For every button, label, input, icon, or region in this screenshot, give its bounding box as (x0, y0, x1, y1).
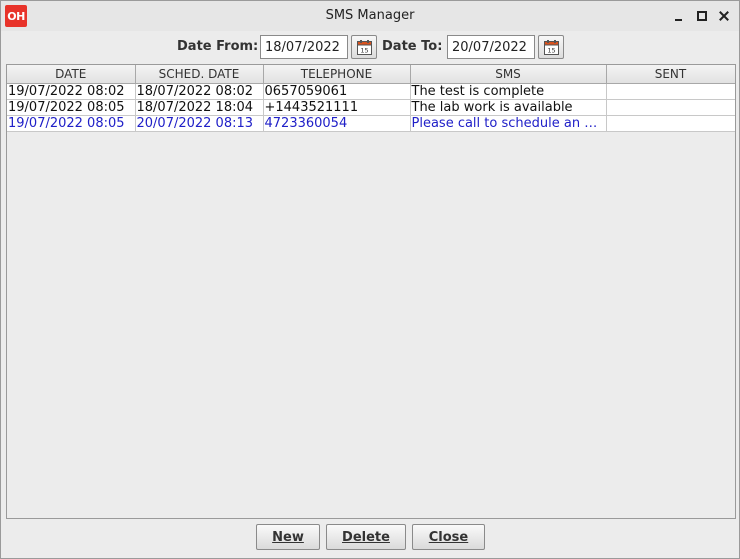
minimize-icon[interactable] (671, 8, 687, 24)
cell-sent (606, 99, 735, 116)
title-bar[interactable]: OH SMS Manager (1, 1, 739, 31)
close-button[interactable]: Close (412, 524, 485, 550)
cell-date: 19/07/2022 08:05 (7, 99, 136, 116)
cell-date: 19/07/2022 08:02 (7, 83, 136, 100)
maximize-icon[interactable] (694, 8, 710, 24)
svg-text:15: 15 (360, 47, 368, 55)
date-from-label: Date From: (177, 39, 259, 54)
cell-telephone: +1443521111 (263, 99, 411, 116)
table-row[interactable]: 19/07/2022 08:05 18/07/2022 18:04 +14435… (7, 99, 735, 116)
date-to-label: Date To: (382, 39, 443, 54)
window-title: SMS Manager (325, 8, 415, 23)
cell-sent (606, 83, 735, 100)
table-row-selected[interactable]: 19/07/2022 08:05 20/07/2022 08:13 472336… (7, 115, 735, 132)
table-header-row: DATE SCHED. DATE TELEPHONE SMS SENT (7, 65, 735, 84)
cell-sent (606, 115, 735, 132)
cell-telephone: 4723360054 (263, 115, 411, 132)
close-window-icon[interactable] (717, 8, 733, 24)
cell-sms: The test is complete (410, 83, 607, 100)
column-header-telephone[interactable]: TELEPHONE (263, 65, 411, 84)
cell-telephone: 0657059061 (263, 83, 411, 100)
column-header-sms[interactable]: SMS (410, 65, 607, 84)
calendar-icon: 15 (357, 40, 372, 55)
cell-sched-date: 20/07/2022 08:13 (135, 115, 264, 132)
cell-date: 19/07/2022 08:05 (7, 115, 136, 132)
column-header-sched-date[interactable]: SCHED. DATE (135, 65, 264, 84)
calendar-icon: 15 (544, 40, 559, 55)
sms-manager-window: OH SMS Manager Date From: 15 Date To: (0, 0, 740, 559)
svg-text:15: 15 (547, 47, 555, 55)
column-header-sent[interactable]: SENT (606, 65, 735, 84)
date-to-field[interactable] (447, 35, 535, 59)
delete-button[interactable]: Delete (326, 524, 406, 550)
date-filter-row: Date From: 15 Date To: 15 (1, 35, 740, 61)
date-from-field[interactable] (260, 35, 348, 59)
column-header-date[interactable]: DATE (7, 65, 136, 84)
date-from-calendar-button[interactable]: 15 (351, 35, 377, 59)
table-row[interactable]: 19/07/2022 08:02 18/07/2022 08:02 065705… (7, 83, 735, 100)
cell-sched-date: 18/07/2022 18:04 (135, 99, 264, 116)
date-to-calendar-button[interactable]: 15 (538, 35, 564, 59)
new-button[interactable]: New (256, 524, 320, 550)
cell-sched-date: 18/07/2022 08:02 (135, 83, 264, 100)
cell-sms: The lab work is available (410, 99, 607, 116)
cell-sms: Please call to schedule an a... (410, 115, 607, 132)
action-button-bar: New Delete Close (1, 524, 740, 550)
sms-table[interactable]: DATE SCHED. DATE TELEPHONE SMS SENT 19/0… (6, 64, 736, 519)
